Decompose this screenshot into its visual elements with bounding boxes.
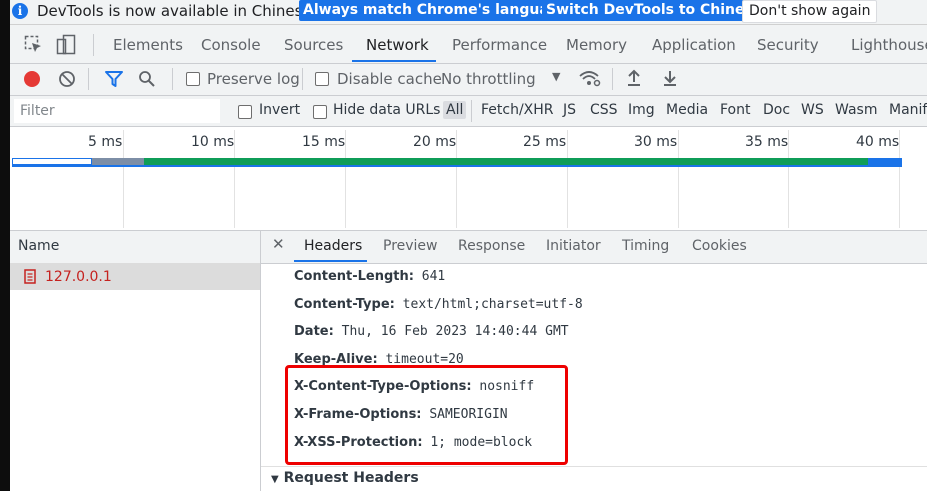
timeline-tick: 30 ms	[634, 134, 678, 150]
section-title: Request Headers	[283, 470, 419, 486]
filter-type-js[interactable]: JS	[563, 102, 576, 118]
header-value: 641	[421, 269, 446, 284]
timeline-tick: 35 ms	[745, 134, 789, 150]
header-name: Content-Length:	[294, 269, 414, 284]
toolbar-separator	[172, 68, 173, 90]
invert-checkbox[interactable]	[238, 105, 252, 119]
header-row: Content-Length: 641	[294, 269, 445, 284]
timeline-gridline	[678, 130, 679, 228]
filter-type-fetch-xhr[interactable]: Fetch/XHR	[481, 102, 554, 118]
tab-initiator[interactable]: Initiator	[546, 238, 601, 254]
request-name[interactable]: 127.0.0.1	[45, 269, 112, 285]
filter-type-font[interactable]: Font	[720, 102, 750, 118]
switch-to-chinese-button[interactable]: Switch DevTools to Chinese	[542, 0, 767, 21]
timeline-gridline	[123, 130, 124, 228]
search-icon[interactable]	[138, 70, 156, 88]
tab-console[interactable]: Console	[201, 36, 261, 54]
tab-memory[interactable]: Memory	[566, 36, 627, 54]
waterfall-bar-load	[868, 158, 902, 165]
header-name: Content-Type:	[294, 297, 395, 312]
tab-preview[interactable]: Preview	[383, 238, 438, 254]
close-icon[interactable]: ✕	[272, 235, 285, 253]
document-icon	[24, 269, 36, 284]
waterfall-bar-waiting	[92, 158, 144, 165]
timeline-tick: 10 ms	[191, 134, 235, 150]
dont-show-again-button[interactable]: Don't show again	[742, 0, 878, 23]
toolbar-separator	[612, 68, 613, 90]
disable-cache-label: Disable cache	[337, 70, 442, 88]
inspect-element-icon[interactable]	[24, 35, 44, 55]
timeline-tick: 5 ms	[88, 134, 123, 150]
always-match-language-button[interactable]: Always match Chrome's language	[299, 0, 573, 21]
preserve-log-label: Preserve log	[207, 70, 300, 88]
clear-icon[interactable]	[58, 70, 76, 88]
active-tab-indicator	[294, 260, 367, 262]
filter-type-wasm[interactable]: Wasm	[835, 102, 877, 118]
window-edge	[0, 0, 10, 491]
highlight-box	[285, 365, 568, 465]
device-toolbar-icon[interactable]	[56, 34, 76, 56]
active-tab-indicator	[352, 60, 436, 62]
export-har-icon[interactable]	[662, 69, 678, 87]
panel-divider[interactable]	[260, 230, 261, 491]
timeline-tick: 15 ms	[302, 134, 346, 150]
filter-type-css[interactable]: CSS	[590, 102, 618, 118]
waterfall-bar-queueing	[12, 158, 92, 165]
tab-security[interactable]: Security	[757, 36, 819, 54]
filter-input[interactable]: Filter	[14, 99, 220, 123]
tab-application[interactable]: Application	[652, 36, 736, 54]
tab-response[interactable]: Response	[458, 238, 525, 254]
hide-data-urls-checkbox[interactable]	[313, 105, 327, 119]
waterfall-baseline	[12, 165, 902, 167]
tab-lighthouse[interactable]: Lighthouse	[851, 36, 927, 54]
timeline-tick: 40 ms	[856, 134, 900, 150]
triangle-down-icon: ▼	[271, 474, 279, 485]
tab-cookies[interactable]: Cookies	[692, 238, 747, 254]
network-conditions-icon[interactable]	[578, 68, 602, 88]
filter-separator	[471, 100, 472, 122]
header-name: Date:	[294, 324, 334, 339]
toolbar-separator	[88, 68, 89, 90]
filter-type-ws[interactable]: WS	[801, 102, 824, 118]
header-value: text/html;charset=utf-8	[402, 297, 583, 312]
filter-type-img[interactable]: Img	[628, 102, 655, 118]
tab-network[interactable]: Network	[366, 36, 429, 54]
filter-type-doc[interactable]: Doc	[763, 102, 790, 118]
filter-icon[interactable]	[104, 70, 124, 88]
request-headers-section[interactable]: ▼ Request Headers	[271, 470, 419, 486]
tab-headers[interactable]: Headers	[304, 238, 362, 254]
tab-timing[interactable]: Timing	[622, 238, 669, 254]
header-row: Date: Thu, 16 Feb 2023 14:40:44 GMT	[294, 324, 569, 339]
tab-sources[interactable]: Sources	[284, 36, 343, 54]
throttling-select[interactable]: No throttling	[441, 70, 536, 88]
tab-separator	[93, 34, 94, 56]
tab-elements[interactable]: Elements	[113, 36, 183, 54]
filter-type-media[interactable]: Media	[666, 102, 708, 118]
toolbar-separator	[302, 68, 303, 90]
info-icon: i	[12, 3, 28, 19]
name-column-header[interactable]: Name	[18, 238, 59, 254]
chevron-down-icon: ▼	[552, 70, 561, 83]
timeline-gridline	[567, 130, 568, 228]
disable-cache-checkbox[interactable]	[315, 72, 329, 86]
header-value: Thu, 16 Feb 2023 14:40:44 GMT	[341, 324, 569, 339]
infobar-message: DevTools is now available in Chinese!	[37, 2, 318, 20]
preserve-log-checkbox[interactable]	[186, 72, 200, 86]
section-divider	[261, 466, 927, 467]
filter-type-all[interactable]: All	[443, 101, 467, 119]
waterfall-bar-download	[144, 158, 868, 165]
tab-performance[interactable]: Performance	[452, 36, 547, 54]
header-row: Content-Type: text/html;charset=utf-8	[294, 297, 583, 312]
timeline-tick: 25 ms	[523, 134, 567, 150]
import-har-icon[interactable]	[626, 69, 642, 87]
record-icon[interactable]	[24, 71, 40, 87]
invert-label: Invert	[259, 102, 301, 118]
hide-data-urls-label: Hide data URLs	[333, 102, 441, 118]
filter-type-manifest[interactable]: Manif	[889, 102, 927, 118]
timeline-tick: 20 ms	[413, 134, 457, 150]
